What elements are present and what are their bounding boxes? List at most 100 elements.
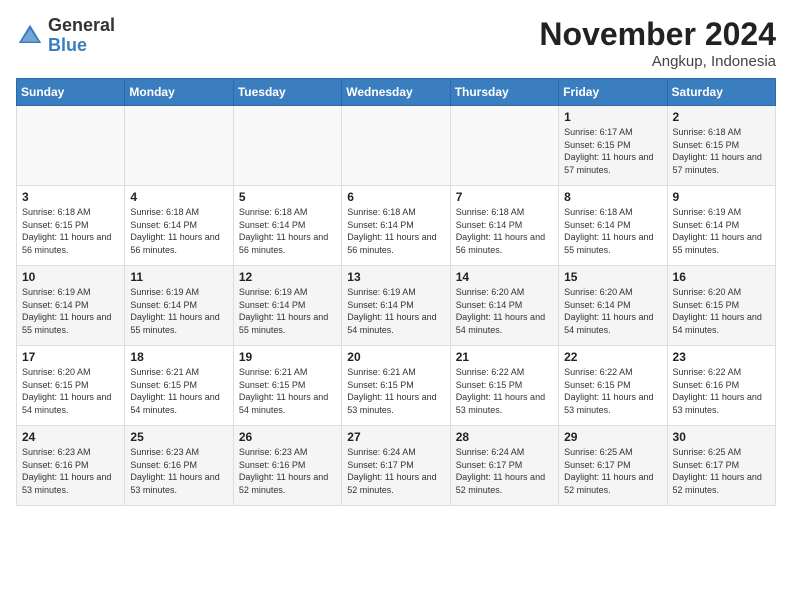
calendar-week-row: 10 Sunrise: 6:19 AM Sunset: 6:14 PM Dayli… <box>17 266 776 346</box>
calendar-week-row: 17 Sunrise: 6:20 AM Sunset: 6:15 PM Dayli… <box>17 346 776 426</box>
calendar-week-row: 24Sunrise: 6:23 AM Sunset: 6:16 PM Dayli… <box>17 426 776 506</box>
calendar-body: 1Sunrise: 6:17 AM Sunset: 6:15 PM Daylig… <box>17 106 776 506</box>
page-header: General Blue November 2024 Angkup, Indon… <box>16 16 776 70</box>
day-number: 21 <box>456 350 553 364</box>
day-number: 17 <box>22 350 119 364</box>
day-number: 13 <box>347 270 444 284</box>
day-of-week-header: Friday <box>559 79 667 106</box>
cell-info: Sunrise: 6:20 AM Sunset: 6:15 PM Dayligh… <box>673 286 770 336</box>
calendar-cell: 21 Sunrise: 6:22 AM Sunset: 6:15 PM Dayli… <box>450 346 558 426</box>
calendar-cell: 24Sunrise: 6:23 AM Sunset: 6:16 PM Dayli… <box>17 426 125 506</box>
calendar-cell: 28 Sunrise: 6:24 AM Sunset: 6:17 PM Dayli… <box>450 426 558 506</box>
day-number: 18 <box>130 350 227 364</box>
logo-text: General Blue <box>48 16 115 56</box>
calendar-cell: 26 Sunrise: 6:23 AM Sunset: 6:16 PM Dayli… <box>233 426 341 506</box>
cell-info: Sunrise: 6:18 AM Sunset: 6:14 PM Dayligh… <box>239 206 336 256</box>
cell-info: Sunrise: 6:19 AM Sunset: 6:14 PM Dayligh… <box>22 286 119 336</box>
logo-icon <box>16 22 44 50</box>
day-number: 3 <box>22 190 119 204</box>
cell-info: Sunrise: 6:20 AM Sunset: 6:14 PM Dayligh… <box>456 286 553 336</box>
calendar-cell: 7 Sunrise: 6:18 AM Sunset: 6:14 PM Daylig… <box>450 186 558 266</box>
month-title: November 2024 <box>539 16 776 53</box>
cell-info: Sunrise: 6:18 AM Sunset: 6:14 PM Dayligh… <box>130 206 227 256</box>
day-of-week-header: Wednesday <box>342 79 450 106</box>
calendar-cell: 29 Sunrise: 6:25 AM Sunset: 6:17 PM Dayli… <box>559 426 667 506</box>
day-number: 10 <box>22 270 119 284</box>
calendar-cell: 4 Sunrise: 6:18 AM Sunset: 6:14 PM Daylig… <box>125 186 233 266</box>
cell-info: Sunrise: 6:20 AM Sunset: 6:14 PM Dayligh… <box>564 286 661 336</box>
calendar-cell: 8 Sunrise: 6:18 AM Sunset: 6:14 PM Daylig… <box>559 186 667 266</box>
calendar-cell <box>233 106 341 186</box>
day-number: 4 <box>130 190 227 204</box>
calendar-cell: 16Sunrise: 6:20 AM Sunset: 6:15 PM Dayli… <box>667 266 775 346</box>
calendar-cell: 27Sunrise: 6:24 AM Sunset: 6:17 PM Dayli… <box>342 426 450 506</box>
logo: General Blue <box>16 16 115 56</box>
cell-info: Sunrise: 6:22 AM Sunset: 6:15 PM Dayligh… <box>456 366 553 416</box>
cell-info: Sunrise: 6:22 AM Sunset: 6:15 PM Dayligh… <box>564 366 661 416</box>
day-of-week-header: Thursday <box>450 79 558 106</box>
cell-info: Sunrise: 6:19 AM Sunset: 6:14 PM Dayligh… <box>347 286 444 336</box>
cell-info: Sunrise: 6:21 AM Sunset: 6:15 PM Dayligh… <box>347 366 444 416</box>
day-number: 14 <box>456 270 553 284</box>
day-number: 1 <box>564 110 661 124</box>
calendar-cell <box>125 106 233 186</box>
cell-info: Sunrise: 6:18 AM Sunset: 6:14 PM Dayligh… <box>347 206 444 256</box>
calendar-cell: 23Sunrise: 6:22 AM Sunset: 6:16 PM Dayli… <box>667 346 775 426</box>
calendar-cell: 20 Sunrise: 6:21 AM Sunset: 6:15 PM Dayli… <box>342 346 450 426</box>
cell-info: Sunrise: 6:25 AM Sunset: 6:17 PM Dayligh… <box>564 446 661 496</box>
day-number: 20 <box>347 350 444 364</box>
cell-info: Sunrise: 6:23 AM Sunset: 6:16 PM Dayligh… <box>239 446 336 496</box>
calendar-cell: 25 Sunrise: 6:23 AM Sunset: 6:16 PM Dayli… <box>125 426 233 506</box>
day-number: 8 <box>564 190 661 204</box>
cell-info: Sunrise: 6:23 AM Sunset: 6:16 PM Dayligh… <box>130 446 227 496</box>
calendar-cell: 12Sunrise: 6:19 AM Sunset: 6:14 PM Dayli… <box>233 266 341 346</box>
calendar-cell: 30 Sunrise: 6:25 AM Sunset: 6:17 PM Dayli… <box>667 426 775 506</box>
day-number: 6 <box>347 190 444 204</box>
calendar-cell <box>450 106 558 186</box>
cell-info: Sunrise: 6:18 AM Sunset: 6:15 PM Dayligh… <box>22 206 119 256</box>
calendar-header-row: SundayMondayTuesdayWednesdayThursdayFrid… <box>17 79 776 106</box>
day-number: 29 <box>564 430 661 444</box>
calendar-cell: 1Sunrise: 6:17 AM Sunset: 6:15 PM Daylig… <box>559 106 667 186</box>
cell-info: Sunrise: 6:24 AM Sunset: 6:17 PM Dayligh… <box>456 446 553 496</box>
calendar-cell: 5Sunrise: 6:18 AM Sunset: 6:14 PM Daylig… <box>233 186 341 266</box>
calendar-week-row: 3 Sunrise: 6:18 AM Sunset: 6:15 PM Daylig… <box>17 186 776 266</box>
cell-info: Sunrise: 6:18 AM Sunset: 6:14 PM Dayligh… <box>564 206 661 256</box>
day-number: 23 <box>673 350 770 364</box>
cell-info: Sunrise: 6:18 AM Sunset: 6:14 PM Dayligh… <box>456 206 553 256</box>
location-subtitle: Angkup, Indonesia <box>539 53 776 70</box>
calendar-cell: 22 Sunrise: 6:22 AM Sunset: 6:15 PM Dayli… <box>559 346 667 426</box>
calendar-cell: 14 Sunrise: 6:20 AM Sunset: 6:14 PM Dayli… <box>450 266 558 346</box>
calendar-cell: 15 Sunrise: 6:20 AM Sunset: 6:14 PM Dayli… <box>559 266 667 346</box>
calendar-week-row: 1Sunrise: 6:17 AM Sunset: 6:15 PM Daylig… <box>17 106 776 186</box>
day-of-week-header: Tuesday <box>233 79 341 106</box>
day-number: 2 <box>673 110 770 124</box>
day-number: 25 <box>130 430 227 444</box>
calendar-cell <box>17 106 125 186</box>
calendar-cell: 9 Sunrise: 6:19 AM Sunset: 6:14 PM Daylig… <box>667 186 775 266</box>
calendar-cell: 6 Sunrise: 6:18 AM Sunset: 6:14 PM Daylig… <box>342 186 450 266</box>
calendar-cell: 19 Sunrise: 6:21 AM Sunset: 6:15 PM Dayli… <box>233 346 341 426</box>
day-number: 22 <box>564 350 661 364</box>
calendar-cell: 18 Sunrise: 6:21 AM Sunset: 6:15 PM Dayli… <box>125 346 233 426</box>
cell-info: Sunrise: 6:23 AM Sunset: 6:16 PM Dayligh… <box>22 446 119 496</box>
day-number: 7 <box>456 190 553 204</box>
day-number: 27 <box>347 430 444 444</box>
calendar-cell: 2Sunrise: 6:18 AM Sunset: 6:15 PM Daylig… <box>667 106 775 186</box>
day-number: 30 <box>673 430 770 444</box>
cell-info: Sunrise: 6:20 AM Sunset: 6:15 PM Dayligh… <box>22 366 119 416</box>
day-number: 28 <box>456 430 553 444</box>
day-number: 9 <box>673 190 770 204</box>
title-block: November 2024 Angkup, Indonesia <box>539 16 776 70</box>
cell-info: Sunrise: 6:21 AM Sunset: 6:15 PM Dayligh… <box>239 366 336 416</box>
day-of-week-header: Monday <box>125 79 233 106</box>
calendar-cell: 11Sunrise: 6:19 AM Sunset: 6:14 PM Dayli… <box>125 266 233 346</box>
day-of-week-header: Sunday <box>17 79 125 106</box>
cell-info: Sunrise: 6:21 AM Sunset: 6:15 PM Dayligh… <box>130 366 227 416</box>
cell-info: Sunrise: 6:19 AM Sunset: 6:14 PM Dayligh… <box>673 206 770 256</box>
day-number: 19 <box>239 350 336 364</box>
cell-info: Sunrise: 6:25 AM Sunset: 6:17 PM Dayligh… <box>673 446 770 496</box>
calendar-cell <box>342 106 450 186</box>
day-number: 26 <box>239 430 336 444</box>
day-number: 15 <box>564 270 661 284</box>
